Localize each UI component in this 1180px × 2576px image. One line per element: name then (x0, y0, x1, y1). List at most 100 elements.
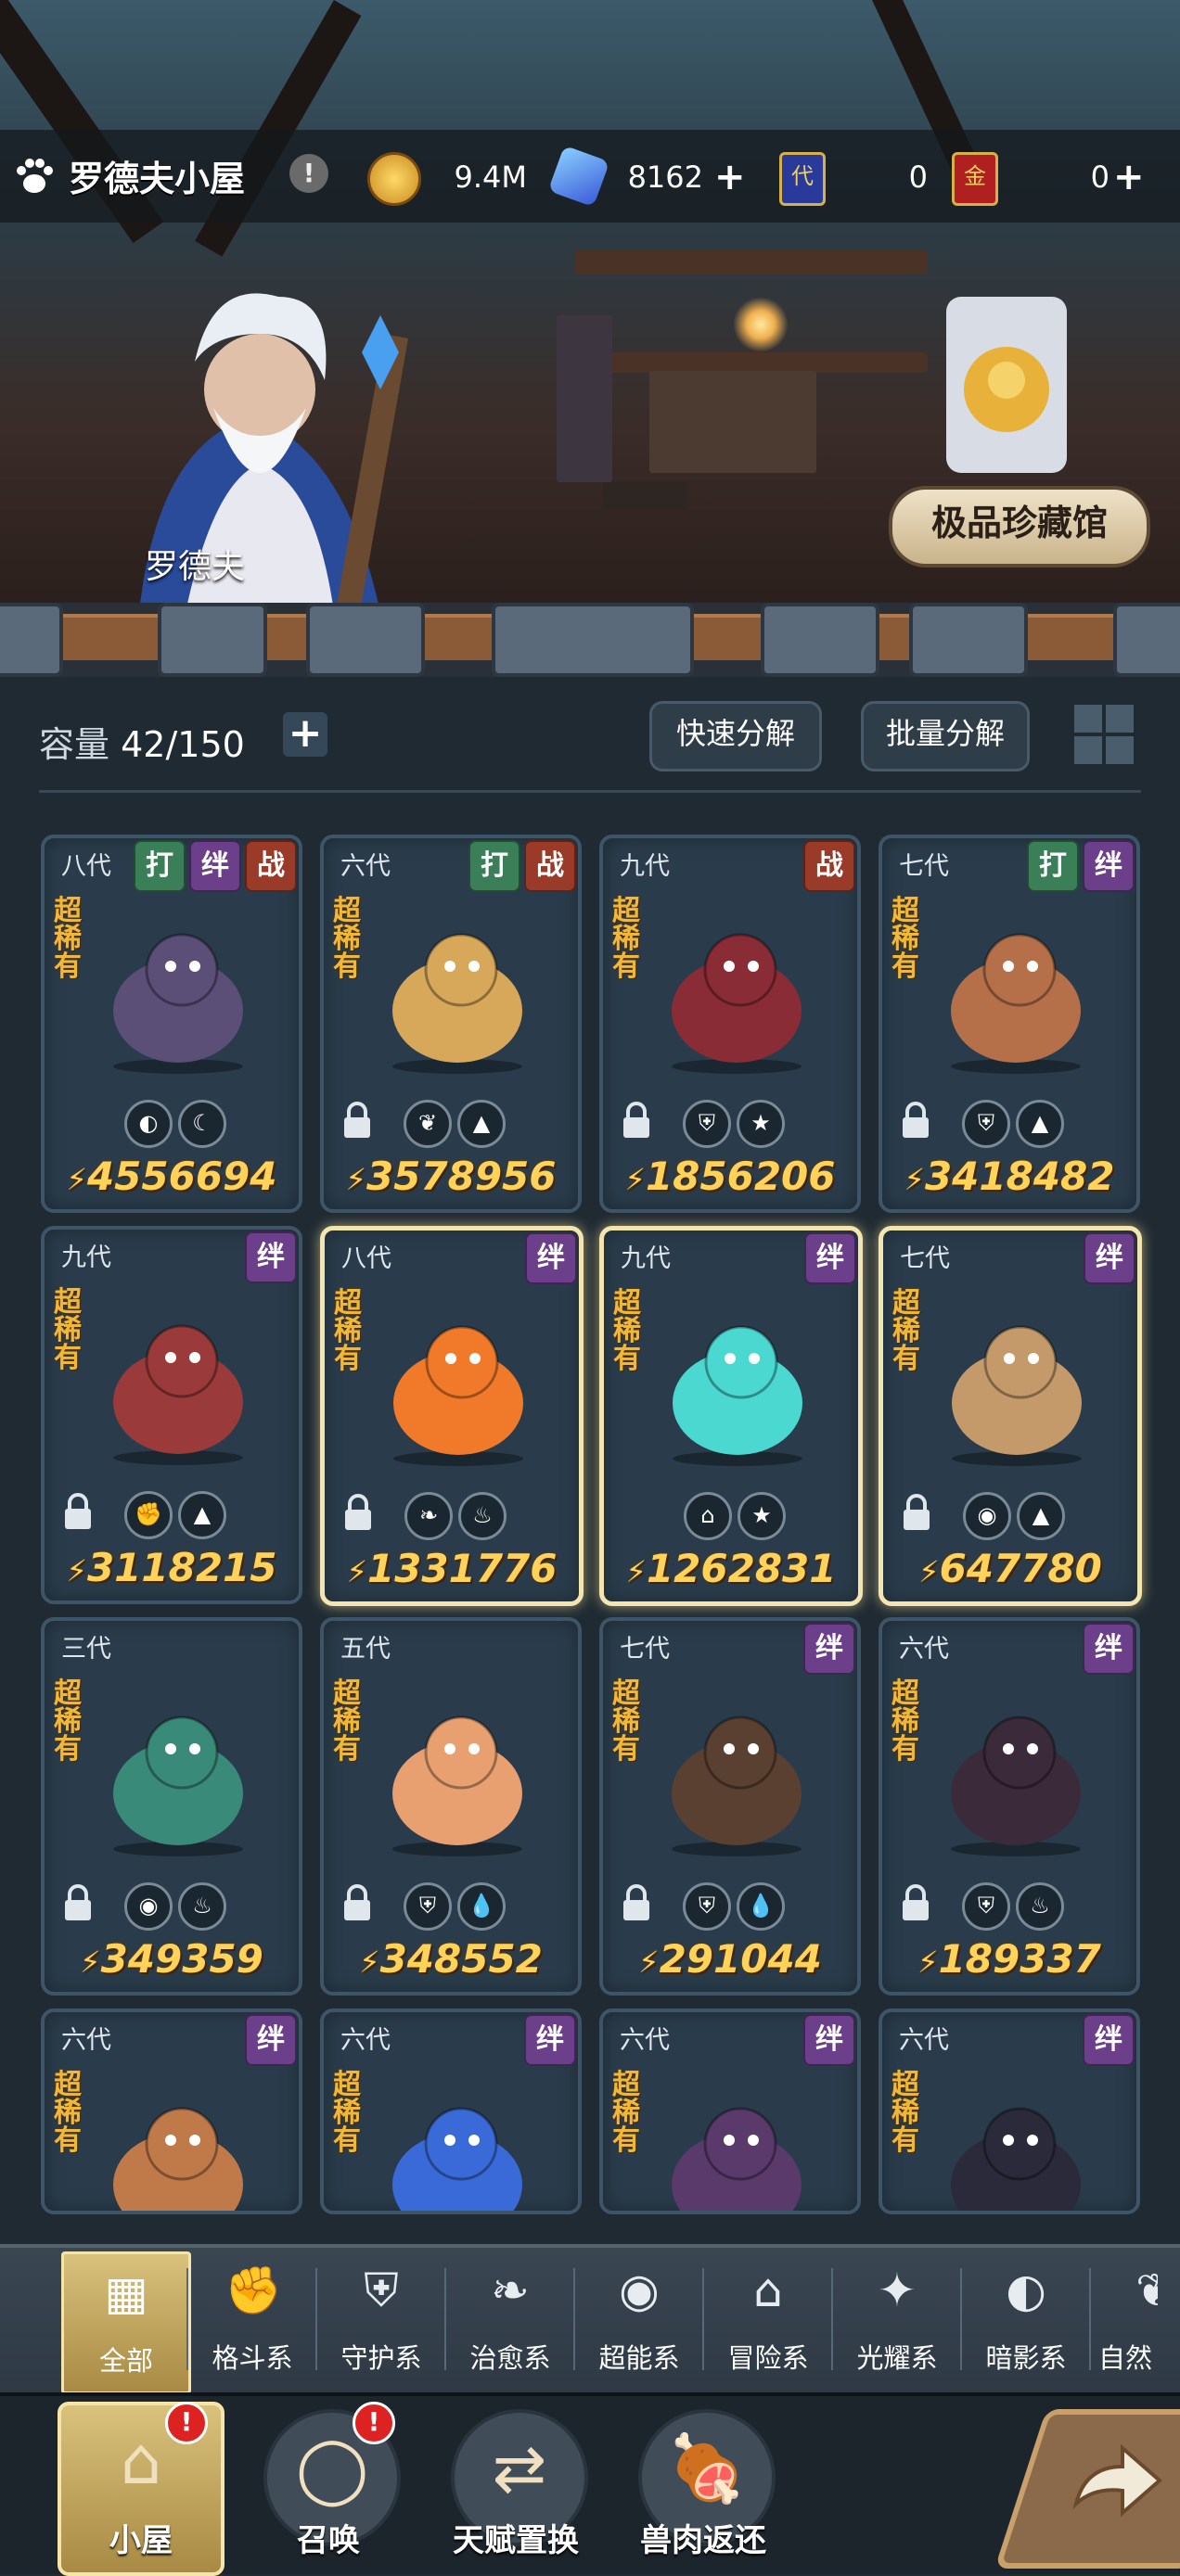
nav-swap[interactable]: ⇄ 天赋置换 (432, 2402, 599, 2569)
fire-icon: ♨ (178, 1882, 226, 1931)
power-value: ⚡348552 (324, 1936, 578, 1982)
power-icon: ⚡ (66, 1553, 87, 1588)
power-number: 3578956 (366, 1154, 557, 1199)
lock-icon[interactable] (899, 1882, 932, 1923)
filter-divider (186, 2268, 188, 2370)
grid-view-icon[interactable] (1074, 705, 1135, 766)
creature-card[interactable]: 七代 绊超稀有 ⛨ 💧 ⚡291044 (599, 1617, 861, 1996)
power-number: 3418482 (924, 1154, 1115, 1199)
generation-label: 九代 (620, 852, 670, 881)
lock-icon[interactable] (899, 1100, 932, 1141)
filter-sparkle[interactable]: ✦ 光耀系 (835, 2251, 959, 2389)
rarity-label: 超稀有 (892, 1287, 920, 1375)
lock-icon[interactable] (900, 1492, 933, 1533)
creature-card[interactable]: 八代打绊战超稀有 ◐ ☾ ⚡4556694 (41, 835, 302, 1213)
tag-group: 打绊 (1027, 840, 1135, 892)
red-card-resource: 金 0 + (952, 152, 1156, 206)
filter-divider (315, 2268, 317, 2370)
bond-tag: 绊 (1083, 2014, 1135, 2066)
generation-label: 三代 (61, 1635, 111, 1664)
purple-card-icon: 代 (779, 152, 826, 206)
power-number: 291044 (659, 1936, 822, 1982)
red-card-icon: 金 (952, 152, 998, 206)
mushroom-blob-creature (113, 1324, 243, 1465)
lock-icon[interactable] (61, 1882, 95, 1923)
info-icon[interactable]: ! (289, 154, 328, 193)
filter-shield[interactable]: ⛨ 守护系 (319, 2251, 443, 2389)
creature-card[interactable]: 八代 绊超稀有 ❧ ♨ ⚡1331776 (320, 1226, 584, 1606)
generation-label: 六代 (899, 2026, 949, 2055)
war-tag: 战 (524, 840, 576, 892)
tag-group: 战 (803, 840, 855, 892)
rarity-label: 超稀有 (891, 895, 919, 983)
shield-icon: ⛨ (683, 1100, 731, 1148)
top-bar: 罗德夫小屋 ! 9.4M 8162 + 代 0 金 0 + (0, 130, 1180, 223)
lock-icon[interactable] (620, 1100, 653, 1141)
creature-card[interactable]: 五代 超稀有 ⛨ 💧 ⚡348552 (320, 1617, 582, 1996)
dark-beast-creature (951, 1715, 1081, 1856)
lock-icon[interactable] (340, 1882, 374, 1923)
add-capacity-button[interactable]: + (283, 712, 327, 757)
paw-icon (17, 159, 53, 193)
rarity-label: 超稀有 (54, 1677, 82, 1766)
crystal-icon (547, 145, 610, 208)
sparkle-icon: ✦ (878, 2264, 917, 2317)
psychic-icon: ◉ (619, 2264, 660, 2317)
power-icon: ⚡ (918, 1554, 940, 1589)
power-number: 4556694 (86, 1154, 277, 1199)
creature-card[interactable]: 六代 绊超稀有 (320, 2009, 582, 2214)
power-number: 1856206 (645, 1154, 836, 1199)
creature-card[interactable]: 三代 超稀有 ◉ ♨ ⚡349359 (41, 1617, 302, 1996)
skill-icons: ⌂ ★ (604, 1492, 858, 1540)
filter-label: 自然 (1097, 2342, 1152, 2374)
nav-house[interactable]: ⌂ 小屋! (58, 2402, 224, 2576)
filter-adventure[interactable]: ⌂ 冒险系 (706, 2251, 830, 2389)
red-card-plus-button[interactable]: + (1113, 156, 1145, 198)
collection-hall-button[interactable]: 极品珍藏馆 (889, 486, 1150, 567)
lock-icon[interactable] (340, 1100, 374, 1141)
shield-icon: ⛨ (364, 2264, 399, 2317)
nav-meat[interactable]: 🍖 兽肉返还 (620, 2402, 787, 2569)
creature-card[interactable]: 六代 打战超稀有 ❦ ▲ ⚡3578956 (320, 835, 582, 1213)
lock-icon[interactable] (620, 1882, 653, 1923)
rarity-label: 超稀有 (612, 1677, 640, 1766)
creature-card[interactable]: 六代 绊超稀有 (599, 2009, 861, 2214)
nav-label: 兽肉返还 (640, 2522, 766, 2559)
batch-decompose-button[interactable]: 批量分解 (861, 701, 1030, 772)
fist-icon: ✊ (224, 2264, 283, 2317)
filter-fist[interactable]: ✊ 格斗系 (190, 2251, 314, 2389)
teal-slime-creature (673, 1325, 802, 1466)
nav-egg[interactable]: ◯ 召唤! (245, 2402, 412, 2569)
fight-tag: 打 (468, 840, 520, 892)
creature-card[interactable]: 六代 绊超稀有 (41, 2009, 302, 2214)
power-value: ⚡3578956 (324, 1154, 578, 1199)
rarity-label: 超稀有 (612, 2069, 640, 2157)
creature-card[interactable]: 九代 战超稀有 ⛨ ★ ⚡1856206 (599, 835, 861, 1213)
quick-decompose-button[interactable]: 快速分解 (649, 701, 822, 772)
creature-card[interactable]: 九代 绊超稀有 ⌂ ★ ⚡1262831 (599, 1226, 863, 1606)
power-number: 349359 (100, 1936, 263, 1982)
creature-card[interactable]: 九代 绊超稀有 ✊ ▲ ⚡3118215 (41, 1226, 302, 1604)
creature-card[interactable]: 六代 绊超稀有 ⛨ ♨ ⚡189337 (879, 1617, 1140, 1996)
psy-icon: ◉ (963, 1492, 1011, 1540)
power-icon: ⚡ (904, 1162, 925, 1197)
lock-icon[interactable] (341, 1492, 375, 1533)
crystal-plus-button[interactable]: + (714, 156, 746, 198)
nature-icon: ❦ (1135, 2264, 1158, 2317)
filter-all-blocks[interactable]: ▦ 全部 (61, 2251, 191, 2394)
power-value: ⚡1856206 (603, 1154, 857, 1199)
earth-icon: ▲ (457, 1100, 506, 1148)
nav-label: 天赋置换 (453, 2522, 579, 2559)
filter-sprout[interactable]: ❧ 治愈系 (448, 2251, 572, 2389)
filter-shadow[interactable]: ◐ 暗影系 (964, 2251, 1088, 2389)
divider (39, 790, 1141, 793)
bond-tag: 绊 (1083, 840, 1135, 892)
lock-icon[interactable] (61, 1491, 95, 1532)
filter-nature[interactable]: ❦ 自然 (1093, 2251, 1158, 2389)
filter-psychic[interactable]: ◉ 超能系 (577, 2251, 701, 2389)
creature-card[interactable]: 七代 绊超稀有 ◉ ▲ ⚡647780 (879, 1226, 1142, 1606)
bond-tag: 绊 (1084, 1232, 1135, 1284)
generation-label: 七代 (899, 852, 949, 881)
creature-card[interactable]: 六代 绊超稀有 (879, 2009, 1140, 2214)
creature-card[interactable]: 七代 打绊超稀有 ⛨ ▲ ⚡3418482 (879, 835, 1140, 1213)
